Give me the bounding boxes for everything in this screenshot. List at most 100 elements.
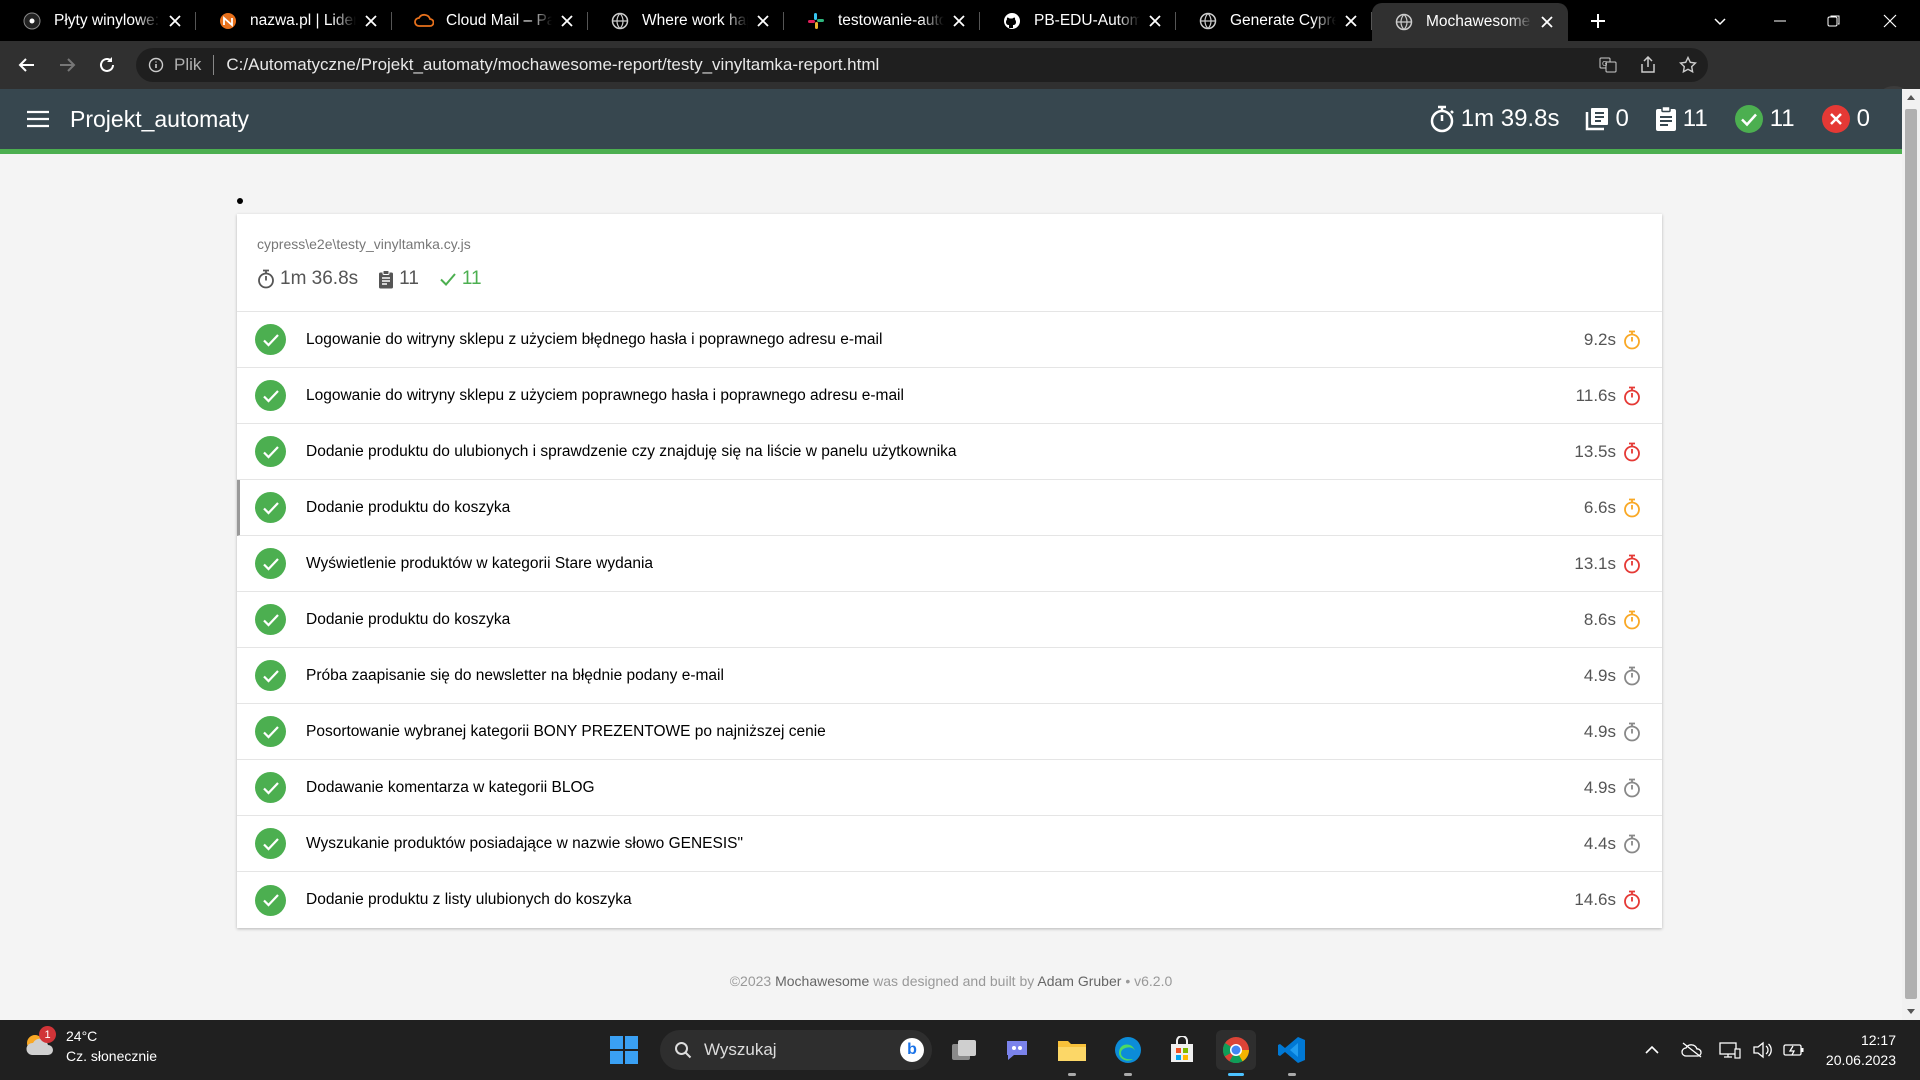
close-tab-icon[interactable] — [166, 12, 184, 30]
assignment-icon — [379, 269, 394, 288]
scroll-down-icon — [1907, 1009, 1915, 1014]
share-button[interactable] — [1628, 48, 1668, 82]
check-icon — [255, 324, 286, 355]
browser-tab[interactable]: Płyty winylowe: u — [0, 0, 196, 41]
test-duration: 6.6s — [1583, 497, 1616, 517]
github-icon — [1002, 11, 1022, 31]
info-icon — [148, 57, 164, 73]
check-icon — [255, 492, 286, 523]
library-books-icon — [1586, 108, 1609, 131]
weather-text: 24°C Cz. słonecznie — [66, 1026, 157, 1066]
test-duration: 14.6s — [1574, 890, 1616, 909]
translate-button[interactable]: G — [1588, 48, 1628, 82]
browser-tab[interactable]: nazwa.pl | Lider h — [196, 0, 392, 41]
stopwatch-icon — [1622, 330, 1642, 350]
close-window-button[interactable] — [1862, 0, 1918, 41]
footer-mochawesome-link[interactable]: Mochawesome — [775, 973, 869, 989]
check-icon — [255, 604, 286, 635]
stat-passes[interactable]: 11 — [1734, 104, 1795, 134]
close-tab-icon[interactable] — [558, 12, 576, 30]
test-row[interactable]: Dodanie produktu do ulubionych i sprawdz… — [237, 424, 1662, 480]
close-tab-icon[interactable] — [362, 12, 380, 30]
network-tray[interactable] — [1718, 1038, 1742, 1062]
scrollbar-thumb[interactable] — [1905, 109, 1917, 999]
close-tab-icon[interactable] — [1146, 12, 1164, 30]
suite-card: cypress\e2e\testy_vinyltamka.cy.js 1m 36… — [237, 214, 1662, 928]
test-row[interactable]: Logowanie do witryny sklepu z użyciem bł… — [237, 312, 1662, 368]
test-row[interactable]: Dodanie produktu do koszyka 8.6s — [237, 592, 1662, 648]
stopwatch-icon — [1622, 890, 1642, 910]
stat-passes-value: 11 — [1769, 105, 1795, 132]
suite-tests-value: 11 — [399, 268, 419, 289]
browser-tab[interactable]: testowanie-autom — [784, 0, 980, 41]
page-scrollbar[interactable] — [1902, 89, 1920, 1020]
test-title: Dodanie produktu do ulubionych i sprawdz… — [306, 442, 957, 460]
task-view-button[interactable] — [944, 1030, 984, 1070]
active-indicator — [1228, 1073, 1244, 1076]
windows-start-icon[interactable] — [608, 1034, 640, 1066]
browser-tab[interactable]: Mochawesome Re — [1372, 3, 1568, 41]
close-tab-icon[interactable] — [1538, 13, 1556, 31]
globe-icon — [1198, 11, 1218, 31]
minimize-button[interactable] — [1752, 0, 1808, 41]
system-clock[interactable]: 12:17 20.06.2023 — [1826, 1030, 1896, 1070]
url-text[interactable]: C:/Automatyczne/Projekt_automaty/mochawe… — [226, 55, 879, 75]
check-icon — [255, 884, 286, 916]
stat-duration: 1m 39.8s — [1429, 105, 1559, 133]
bing-icon[interactable]: b — [900, 1038, 924, 1062]
report-stats: 1m 39.8s 0 11 11 0 — [1403, 89, 1870, 149]
close-tab-icon[interactable] — [1342, 12, 1360, 30]
menu-button[interactable] — [20, 101, 56, 137]
taskbar-search[interactable]: Wyszukaj b — [660, 1030, 932, 1070]
back-button[interactable] — [7, 45, 47, 85]
test-row[interactable]: Dodanie produktu do koszyka 6.6s — [237, 480, 1662, 536]
browser-tab[interactable]: Cloud Mail – Pan — [392, 0, 588, 41]
test-row[interactable]: Logowanie do witryny sklepu z użyciem po… — [237, 368, 1662, 424]
bookmark-button[interactable] — [1668, 48, 1708, 82]
footer-author-link[interactable]: Adam Gruber — [1037, 973, 1121, 989]
stat-tests[interactable]: 11 — [1655, 105, 1708, 133]
search-icon — [675, 1042, 692, 1059]
reload-button[interactable] — [87, 45, 127, 85]
test-duration: 4.4s — [1583, 833, 1616, 853]
test-row[interactable]: Posortowanie wybranej kategorii BONY PRE… — [237, 704, 1662, 760]
volume-tray[interactable] — [1750, 1038, 1774, 1062]
close-tab-icon[interactable] — [754, 12, 772, 30]
test-row[interactable]: Próba zaapisanie się do newsletter na bł… — [237, 648, 1662, 704]
stat-failures[interactable]: 0 — [1821, 104, 1870, 134]
network-icon — [1719, 1042, 1741, 1059]
edge-button[interactable] — [1108, 1030, 1148, 1076]
tab-title: nazwa.pl | Lider h — [250, 11, 356, 29]
x-circle-icon — [1821, 105, 1850, 133]
show-hidden-icons[interactable] — [1640, 1038, 1664, 1062]
onedrive-tray[interactable] — [1680, 1038, 1704, 1062]
browser-tab[interactable]: PB-EDU-Automat — [980, 0, 1176, 41]
new-tab-button[interactable] — [1578, 0, 1618, 41]
teams-chat-button[interactable] — [998, 1030, 1038, 1070]
running-indicator — [1288, 1073, 1296, 1076]
suite-tests: 11 — [378, 268, 419, 290]
running-indicator — [1068, 1073, 1076, 1076]
tab-search-button[interactable] — [1692, 0, 1748, 41]
test-list: Logowanie do witryny sklepu z użyciem bł… — [237, 312, 1662, 928]
vscode-button[interactable] — [1272, 1030, 1312, 1076]
chevron-down-icon — [1714, 17, 1726, 25]
weather-widget[interactable]: 1 24°C Cz. słonecznie — [22, 1026, 157, 1066]
address-bar[interactable]: Plik C:/Automatyczne/Projekt_automaty/mo… — [136, 48, 1708, 82]
stat-suites[interactable]: 0 — [1585, 105, 1629, 133]
suite-passes-value: 11 — [461, 268, 482, 289]
test-row[interactable]: Dodawanie komentarza w kategorii BLOG 4.9… — [237, 760, 1662, 816]
battery-tray[interactable] — [1782, 1038, 1806, 1062]
browser-tab[interactable]: Where work happ — [588, 0, 784, 41]
restore-button[interactable] — [1806, 0, 1862, 41]
test-row[interactable]: Dodanie produktu z listy ulubionych do k… — [237, 872, 1662, 928]
scheme-label: Plik — [174, 55, 202, 74]
test-row[interactable]: Wyszukanie produktów posiadające w nazwi… — [237, 816, 1662, 872]
file-explorer-button[interactable] — [1052, 1030, 1092, 1076]
close-tab-icon[interactable] — [950, 12, 968, 30]
forward-button[interactable] — [47, 45, 87, 85]
browser-tab[interactable]: Generate Cypress — [1176, 0, 1372, 41]
store-button[interactable] — [1162, 1030, 1202, 1070]
chrome-button[interactable] — [1216, 1030, 1256, 1076]
test-row[interactable]: Wyświetlenie produktów w kategorii Stare… — [237, 536, 1662, 592]
